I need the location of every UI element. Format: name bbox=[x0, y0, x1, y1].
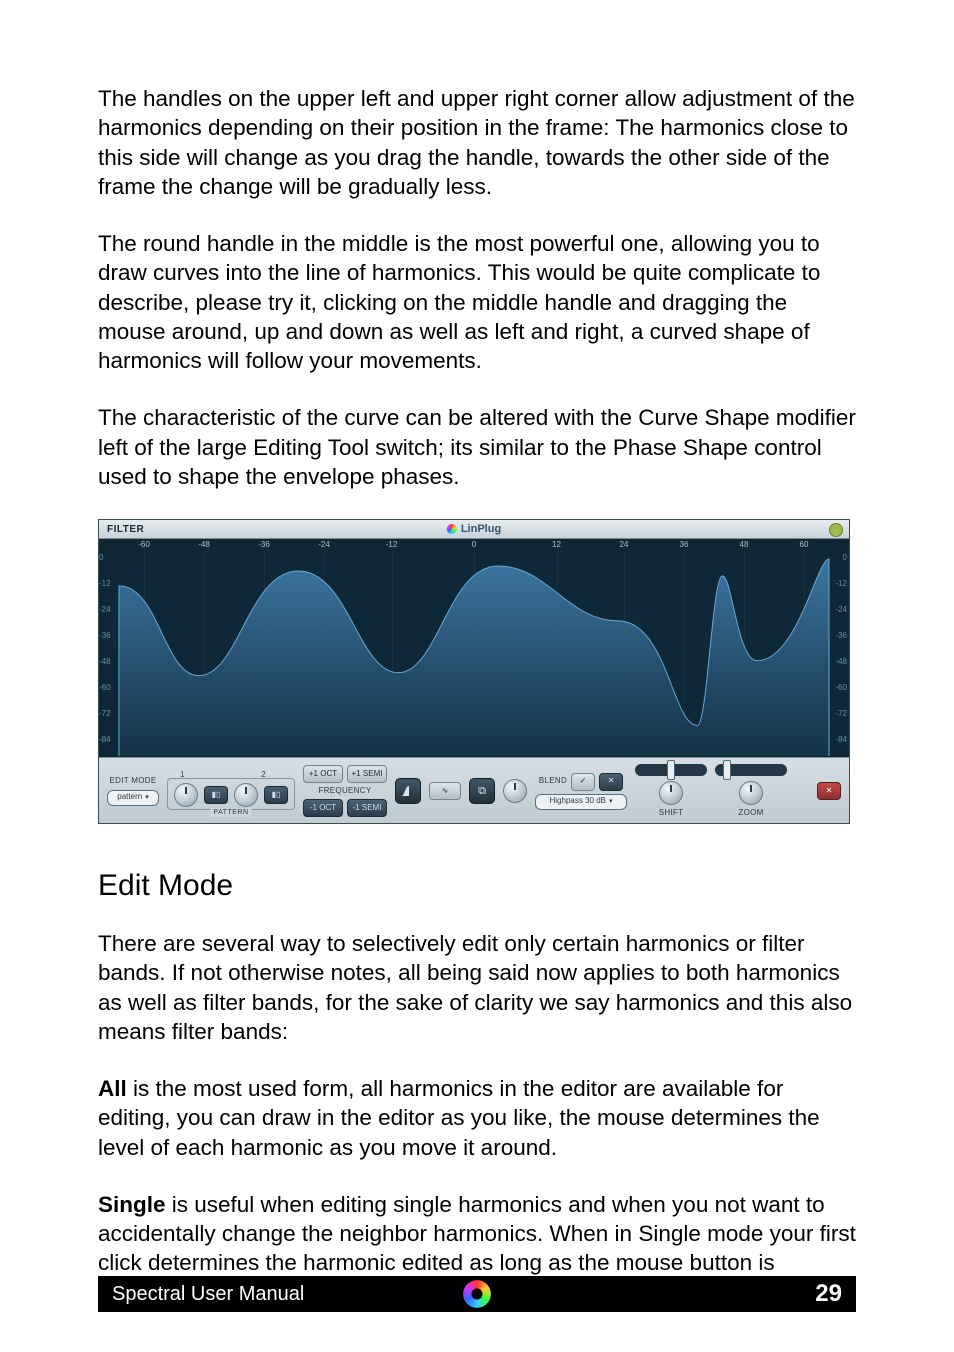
highpass-dropdown[interactable]: Highpass 30 dB bbox=[535, 794, 627, 810]
pattern-toggle-2[interactable]: ▮▯ bbox=[264, 786, 288, 804]
blend-group: BLEND ✓ ✕ Highpass 30 dB bbox=[535, 773, 627, 810]
term-all: All bbox=[98, 1076, 127, 1101]
pattern-toggle-1[interactable]: ▮▯ bbox=[204, 786, 228, 804]
curve-shape-button[interactable] bbox=[395, 778, 421, 804]
linplug-logo-icon bbox=[447, 524, 457, 534]
ruler-tick: 24 bbox=[620, 540, 629, 550]
page-number: 29 bbox=[815, 1278, 842, 1309]
frequency-ruler: -60 -48 -36 -24 -12 0 12 24 36 48 60 bbox=[99, 539, 849, 551]
frequency-group: +1 OCT +1 SEMI FREQUENCY -1 OCT -1 SEMI bbox=[303, 765, 387, 817]
shift-knob[interactable] bbox=[659, 781, 683, 805]
zoom-group: ZOOM bbox=[715, 764, 787, 818]
footer-logo-icon bbox=[463, 1280, 491, 1308]
zoom-knob[interactable] bbox=[739, 781, 763, 805]
body-paragraph: All is the most used form, all harmonics… bbox=[98, 1074, 856, 1162]
freq-up-oct[interactable]: +1 OCT bbox=[303, 765, 343, 783]
ruler-tick: -12 bbox=[386, 540, 398, 550]
edit-mode-label: EDIT MODE bbox=[109, 776, 156, 786]
edit-mode-dropdown[interactable]: pattern bbox=[107, 790, 159, 806]
brand: LinPlug bbox=[447, 522, 501, 536]
edit-mode-group: EDIT MODE pattern bbox=[107, 776, 159, 805]
zoom-slider[interactable] bbox=[715, 764, 787, 776]
frequency-label: FREQUENCY bbox=[319, 786, 372, 796]
blend-knob[interactable] bbox=[503, 779, 527, 803]
body-paragraph: There are several way to selectively edi… bbox=[98, 929, 856, 1046]
blend-label: BLEND bbox=[539, 776, 567, 786]
term-single: Single bbox=[98, 1192, 166, 1217]
pattern-knob-2[interactable] bbox=[234, 783, 258, 807]
ruler-tick: 12 bbox=[552, 540, 561, 550]
body-paragraph: The handles on the upper left and upper … bbox=[98, 84, 856, 201]
filter-controls: EDIT MODE pattern 1 ▮▯ 2 ▮▯ PATTERN +1 O… bbox=[99, 757, 849, 824]
brand-text: LinPlug bbox=[461, 522, 501, 536]
pattern-knob-1[interactable] bbox=[174, 783, 198, 807]
blend-off[interactable]: ✕ bbox=[599, 773, 623, 791]
heading-edit-mode: Edit Mode bbox=[98, 866, 856, 905]
shift-label: SHIFT bbox=[659, 808, 684, 818]
blend-on[interactable]: ✓ bbox=[571, 773, 595, 791]
pattern-group: 1 ▮▯ 2 ▮▯ PATTERN bbox=[167, 778, 295, 810]
body-paragraph: The characteristic of the curve can be a… bbox=[98, 403, 856, 491]
ruler-tick: -60 bbox=[138, 540, 150, 550]
footer-title: Spectral User Manual bbox=[112, 1281, 304, 1307]
close-button[interactable]: ✕ bbox=[817, 782, 841, 800]
ruler-tick: 60 bbox=[800, 540, 809, 550]
ruler-tick: -48 bbox=[198, 540, 210, 550]
zoom-label: ZOOM bbox=[738, 808, 763, 818]
filter-title: FILTER bbox=[107, 523, 144, 536]
freq-up-semi[interactable]: +1 SEMI bbox=[347, 765, 387, 783]
wave-preview-icon[interactable]: ∿ bbox=[429, 782, 461, 800]
ruler-tick: 36 bbox=[680, 540, 689, 550]
freq-dn-oct[interactable]: -1 OCT bbox=[303, 799, 343, 817]
freq-dn-semi[interactable]: -1 SEMI bbox=[347, 799, 387, 817]
pattern-caption: PATTERN bbox=[210, 808, 251, 817]
lock-icon[interactable] bbox=[829, 523, 843, 537]
filter-header: FILTER LinPlug bbox=[99, 520, 849, 539]
ruler-tick: -24 bbox=[318, 540, 330, 550]
filter-editor-screenshot: FILTER LinPlug -60 -48 -36 -24 -12 0 12 … bbox=[98, 519, 850, 824]
shift-slider[interactable] bbox=[635, 764, 707, 776]
ruler-tick: -36 bbox=[258, 540, 270, 550]
shift-group: SHIFT bbox=[635, 764, 707, 818]
page-footer: Spectral User Manual 29 bbox=[98, 1276, 856, 1312]
ruler-tick: 48 bbox=[740, 540, 749, 550]
body-paragraph: Single is useful when editing single har… bbox=[98, 1190, 856, 1278]
filter-curve bbox=[99, 551, 849, 756]
copy-button[interactable]: ⧉ bbox=[469, 778, 495, 804]
ruler-tick: 0 bbox=[472, 540, 476, 550]
filter-graph[interactable]: 0 -12 -24 -36 -48 -60 -72 -84 0 -12 -24 … bbox=[99, 551, 849, 757]
body-paragraph: The round handle in the middle is the mo… bbox=[98, 229, 856, 375]
